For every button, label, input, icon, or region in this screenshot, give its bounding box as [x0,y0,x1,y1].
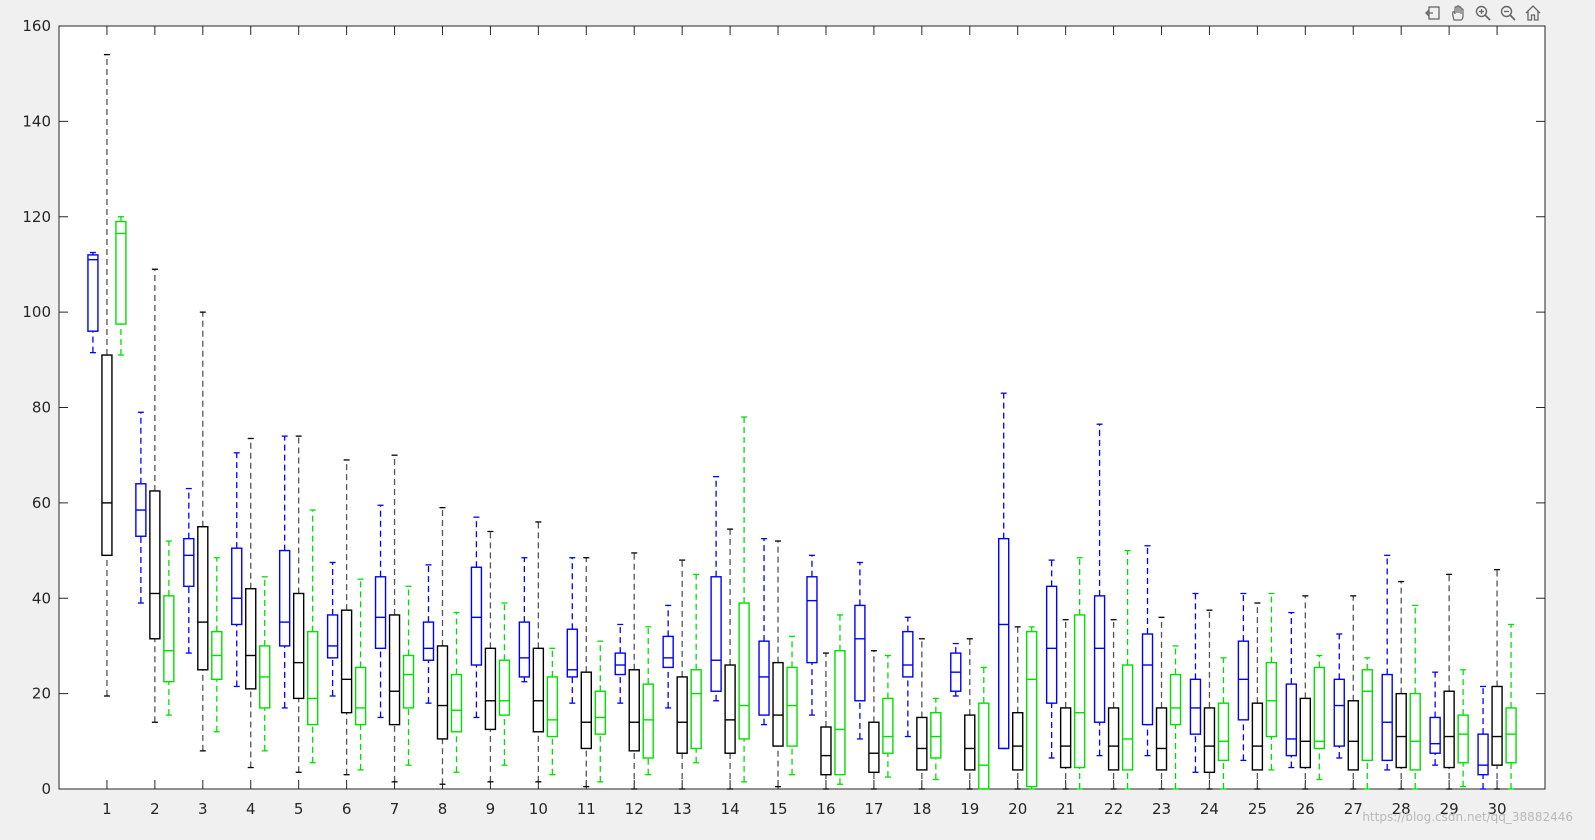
y-tick-label: 80 [32,399,51,417]
x-tick-label: 8 [438,800,448,818]
figure-window: 0 20 40 60 80 100 120 140 160 1 2 3 4 5 6 7 8 9 10 11 12 13 14… [0,0,1595,836]
zoom-in-button[interactable] [1472,2,1494,24]
x-tick-label: 11 [577,800,596,818]
x-tick-label: 19 [960,800,979,818]
zoom-out-button[interactable] [1497,2,1519,24]
home-button[interactable] [1522,2,1544,24]
x-tick-label: 14 [721,800,740,818]
y-tick-label: 100 [22,303,51,321]
x-tick-label: 24 [1200,800,1219,818]
y-tick-label: 60 [32,494,51,512]
x-tick-label: 12 [625,800,644,818]
y-tick-label: 120 [22,208,51,226]
pan-hand-icon [1451,5,1464,21]
x-tick-label: 5 [294,800,304,818]
watermark-text: https://blog.csdn.net/qq_38882446 [1362,810,1573,824]
plot-area: 0204060801001201401601 2 3 4 5 6 7 8 9 10 11 12 13 14… [22,17,1546,818]
x-tick-label: 10 [529,800,548,818]
axes-toolbar [1422,2,1544,24]
export-button[interactable] [1422,2,1444,24]
x-tick-label: 3 [198,800,208,818]
x-tick-label: 25 [1248,800,1267,818]
x-tick-label: 7 [390,800,400,818]
x-tick-label: 2 [150,800,160,818]
x-tick-label: 26 [1296,800,1315,818]
y-tick-label: 40 [32,589,51,607]
x-tick-label: 15 [768,800,787,818]
x-tick-label: 27 [1344,800,1363,818]
x-tick-label: 16 [816,800,835,818]
x-tick-label: 13 [673,800,692,818]
y-tick-label: 0 [41,780,51,798]
x-tick-label: 18 [912,800,931,818]
zoom-out-icon [1500,5,1516,21]
zoom-in-icon [1475,5,1491,21]
x-tick-label: 9 [486,800,496,818]
y-tick-label: 160 [22,17,51,35]
x-tick-label: 6 [342,800,352,818]
boxplot-chart: 0204060801001201401601 2 3 4 5 6 7 8 9 10 11 12 13 14… [22,17,1546,818]
export-icon [1425,6,1440,20]
y-tick-label: 20 [32,685,51,703]
x-tick-label: 21 [1056,800,1075,818]
x-tick-label: 1 [102,800,112,818]
x-tick-label: 22 [1104,800,1123,818]
home-icon [1525,5,1541,21]
x-tick-label: 4 [246,800,256,818]
y-tick-label: 140 [22,112,51,130]
x-tick-label: 17 [864,800,883,818]
pan-hand-button[interactable] [1447,2,1469,24]
axes-frame [58,25,1546,790]
x-tick-label: 23 [1152,800,1171,818]
x-tick-label: 20 [1008,800,1027,818]
